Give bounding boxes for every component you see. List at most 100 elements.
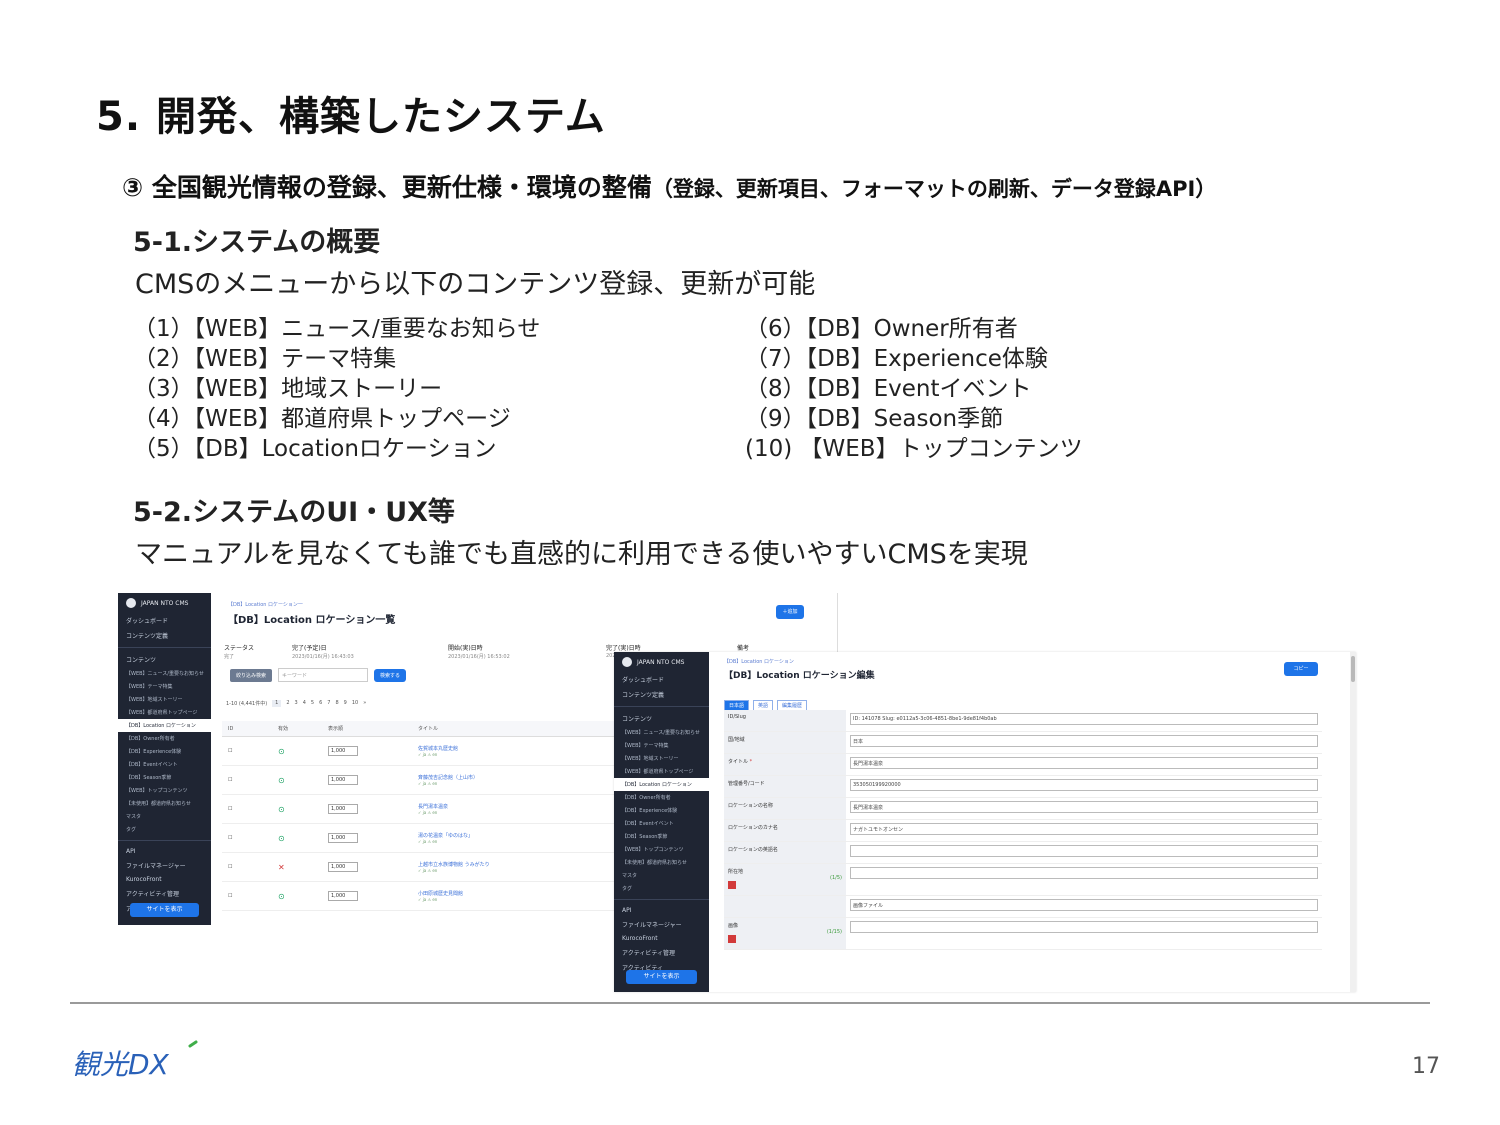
page-link[interactable]: 5 [311, 700, 314, 707]
order-input[interactable]: 1,000 [328, 833, 358, 843]
field-input[interactable]: ID: 141078 Slug: e0112a5-3c06-4851-8be1-… [850, 713, 1318, 725]
field-input[interactable]: 日本 [850, 735, 1318, 747]
sidebar-divider [118, 840, 211, 841]
sidebar-item-content-def[interactable]: コンテンツ定義 [614, 687, 709, 702]
field-input[interactable]: 画像ファイル [850, 899, 1318, 911]
breadcrumb[interactable]: 【DB】Location ロケーション一 [228, 601, 303, 608]
scrollbar-thumb[interactable] [1351, 656, 1355, 682]
sidebar-subitem[interactable]: 【DB】Experience体験 [614, 804, 709, 817]
row-order: 1,000 [322, 852, 412, 882]
order-input[interactable]: 1,000 [328, 775, 358, 785]
sidebar-subitem[interactable]: 【WEB】トップコンテンツ [118, 784, 211, 797]
page-next[interactable]: » [363, 700, 366, 707]
col-header[interactable]: 表示順 [322, 721, 412, 737]
page-link[interactable]: 9 [344, 700, 347, 707]
sidebar-item-activity-admin[interactable]: アクティビティ管理 [614, 945, 709, 960]
row-checkbox[interactable]: ☐ [222, 852, 272, 882]
breadcrumb[interactable]: 【DB】Location ロケーション [724, 658, 794, 665]
copy-button[interactable]: コピー [1284, 662, 1318, 676]
sidebar-item-api[interactable]: API [118, 845, 211, 858]
sidebar-subitem[interactable]: 【WEB】都道府県トップページ [118, 706, 211, 719]
sidebar-subitem[interactable]: 【未使用】都道府県お知らせ [614, 856, 709, 869]
field-value: 長門湯本温泉 [846, 754, 1322, 775]
delete-icon[interactable] [728, 881, 736, 889]
sidebar-subitem[interactable]: マスタ [118, 810, 211, 823]
sidebar-item-files[interactable]: ファイルマネージャー [614, 917, 709, 932]
view-site-button[interactable]: サイトを表示 [626, 970, 697, 984]
sidebar-subitem[interactable]: 【WEB】トップコンテンツ [614, 843, 709, 856]
col-header[interactable]: ID [222, 721, 272, 737]
order-input[interactable]: 1,000 [328, 804, 358, 814]
subtitle-paren: （登録、更新項目、フォーマットの刷新、データ登録API） [651, 177, 1217, 201]
order-input[interactable]: 1,000 [328, 862, 358, 872]
search-row: 絞り込み検索 キーワード 検索する [230, 668, 407, 682]
field-label: ロケーションの英語名 [724, 842, 846, 863]
field-input[interactable] [850, 845, 1318, 857]
valid-icon: ⊙ [278, 775, 285, 785]
sidebar-subitem[interactable]: 【DB】Owner所有者 [118, 732, 211, 745]
sidebar-subitem[interactable]: 【WEB】ニュース/重要なお知らせ [118, 667, 211, 680]
page-link[interactable]: 6 [319, 700, 322, 707]
sidebar-item-front[interactable]: KurocoFront [614, 932, 709, 945]
order-input[interactable]: 1,000 [328, 746, 358, 756]
sidebar-item-files[interactable]: ファイルマネージャー [118, 858, 211, 873]
sidebar-subitem[interactable]: 【WEB】地域ストーリー [614, 752, 709, 765]
row-checkbox[interactable]: ☐ [222, 736, 272, 766]
page-link[interactable]: 8 [335, 700, 338, 707]
page-link[interactable]: 1 [272, 700, 282, 707]
field-input[interactable]: 長門湯本温泉 [850, 801, 1318, 813]
page-link[interactable]: 4 [303, 700, 306, 707]
col-header[interactable]: 有効 [272, 721, 322, 737]
sidebar-item-dashboard[interactable]: ダッシュボード [614, 672, 709, 687]
sidebar-subitem[interactable]: 【WEB】テーマ特集 [614, 739, 709, 752]
sidebar-subitem[interactable]: 【DB】Season季節 [118, 771, 211, 784]
row-checkbox[interactable]: ☐ [222, 765, 272, 795]
field-input[interactable]: ナガトユモトオンセン [850, 823, 1318, 835]
sidebar-item-dashboard[interactable]: ダッシュボード [118, 613, 211, 628]
valid-icon: ⊙ [278, 833, 285, 843]
field-input[interactable]: 長門湯本温泉 [850, 757, 1318, 769]
sidebar-subitem[interactable]: マスタ [614, 869, 709, 882]
page-link[interactable]: 3 [295, 700, 298, 707]
field-input[interactable]: 353050199920000 [850, 779, 1318, 791]
sidebar-subitem[interactable]: 【WEB】テーマ特集 [118, 680, 211, 693]
order-input[interactable]: 1,000 [328, 891, 358, 901]
sidebar-item-front[interactable]: KurocoFront [118, 873, 211, 886]
meta-label: 備考 [737, 645, 750, 652]
sidebar-item-activity-admin[interactable]: アクティビティ管理 [118, 886, 211, 901]
search-input[interactable]: キーワード [278, 668, 369, 682]
page-link[interactable]: 2 [286, 700, 289, 707]
row-checkbox[interactable]: ☐ [222, 881, 272, 911]
sidebar-subitem[interactable]: 【DB】Experience体験 [118, 745, 211, 758]
add-button[interactable]: ＋追加 [776, 605, 804, 619]
view-site-button[interactable]: サイトを表示 [130, 903, 199, 917]
search-button[interactable]: 検索する [374, 668, 407, 682]
sidebar-subitem[interactable]: 【WEB】地域ストーリー [118, 693, 211, 706]
sidebar-subitem[interactable]: タグ [614, 882, 709, 895]
sidebar-subitem[interactable]: 【未使用】都道府県お知らせ [118, 797, 211, 810]
row-checkbox[interactable]: ☐ [222, 823, 272, 853]
sidebar-subitem[interactable]: 【DB】Eventイベント [118, 758, 211, 771]
sidebar-subitem-location[interactable]: 【DB】Location ロケーション [118, 719, 211, 732]
row-checkbox[interactable]: ☐ [222, 794, 272, 824]
page-link[interactable]: 10 [352, 700, 358, 707]
sidebar-subitem[interactable]: 【WEB】ニュース/重要なお知らせ [614, 726, 709, 739]
filter-button[interactable]: 絞り込み検索 [230, 668, 273, 682]
sidebar-item-content-def[interactable]: コンテンツ定義 [118, 628, 211, 643]
sidebar-item-contents[interactable]: コンテンツ [118, 652, 211, 667]
scrollbar[interactable] [1350, 652, 1356, 992]
delete-icon[interactable] [728, 935, 736, 943]
page-link[interactable]: 7 [327, 700, 330, 707]
field-input[interactable] [850, 921, 1318, 933]
sidebar-subitem[interactable]: 【DB】Eventイベント [614, 817, 709, 830]
brand-label: JAPAN NTO CMS [637, 658, 685, 666]
sidebar-item-contents[interactable]: コンテンツ [614, 711, 709, 726]
sidebar-subitem[interactable]: 【DB】Season季節 [614, 830, 709, 843]
field-input[interactable] [850, 867, 1318, 879]
sidebar-subitem-location[interactable]: 【DB】Location ロケーション [614, 778, 709, 791]
sidebar-item-api[interactable]: API [614, 904, 709, 917]
sidebar-subitem[interactable]: タグ [118, 823, 211, 836]
sidebar-subitem[interactable]: 【WEB】都道府県トップページ [614, 765, 709, 778]
sidebar-subitem[interactable]: 【DB】Owner所有者 [614, 791, 709, 804]
field-label: ロケーションのカナ名 [724, 820, 846, 841]
